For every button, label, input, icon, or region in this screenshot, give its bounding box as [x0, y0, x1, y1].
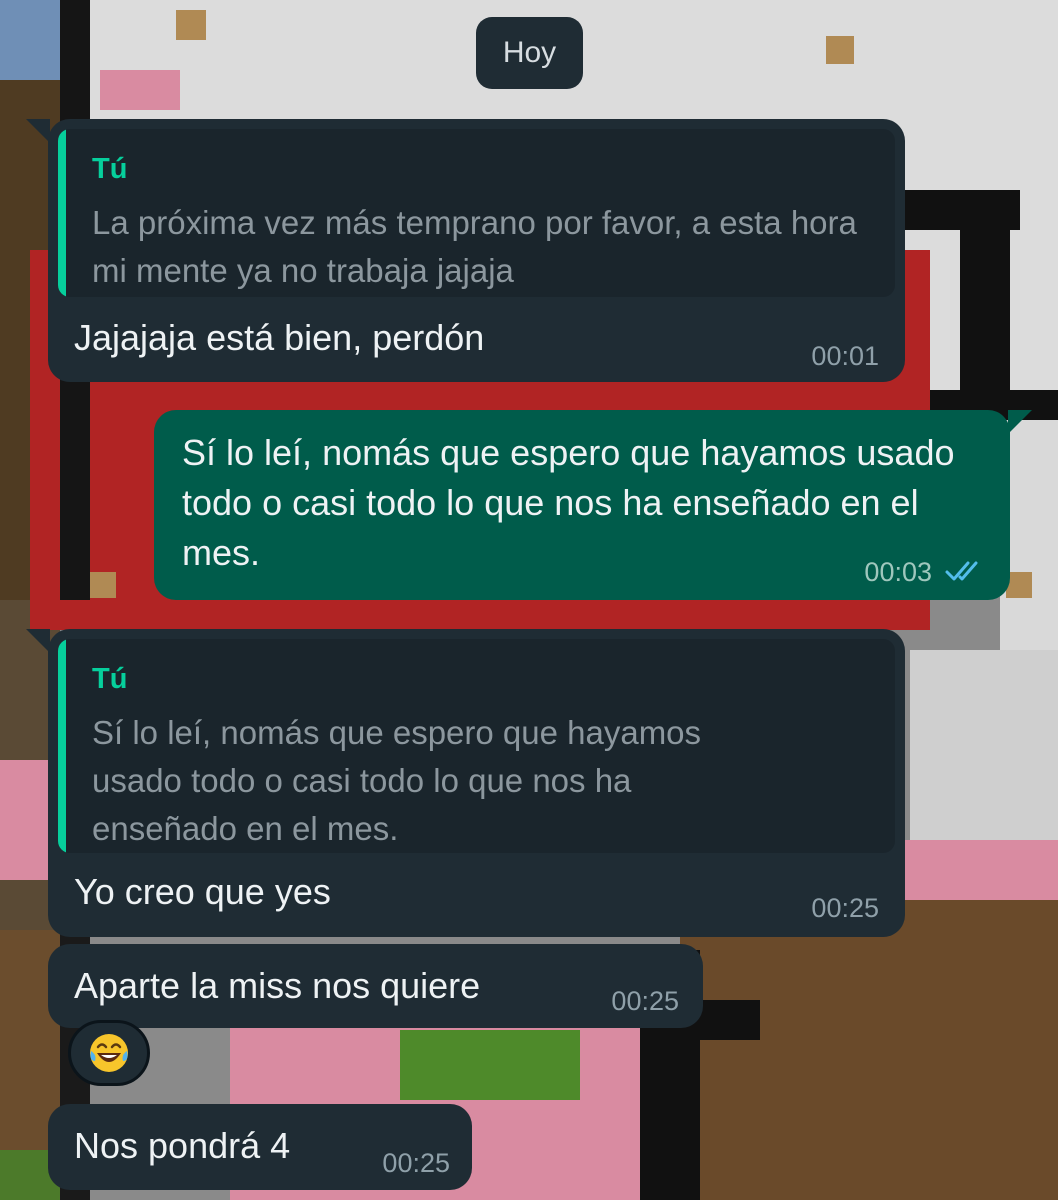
quote-text: La próxima vez más temprano por favor, a… — [92, 204, 857, 289]
outgoing-message-1[interactable]: Sí lo leí, nomás que espero que hayamos … — [154, 410, 1032, 600]
message-time: 00:25 — [382, 1148, 450, 1178]
message-reaction[interactable] — [68, 1020, 150, 1086]
message-time: 00:25 — [811, 893, 879, 923]
quote-author: Tú — [92, 663, 128, 695]
bubble-tail — [26, 629, 50, 653]
incoming-message-1[interactable]: Tú La próxima vez más temprano por favor… — [26, 119, 905, 382]
incoming-message-3[interactable]: Aparte la miss nos quiere 00:25 — [48, 944, 703, 1028]
laughing-tears-emoji-icon — [90, 1034, 128, 1072]
chat-conversation: Hoy Tú La próxima vez más temprano por f… — [0, 0, 1058, 1200]
double-check-read-icon — [945, 561, 978, 581]
bubble-tail — [1008, 410, 1032, 434]
message-time: 00:03 — [864, 557, 932, 587]
quote-author: Tú — [92, 153, 128, 185]
message-text: Nos pondrá 4 — [74, 1125, 291, 1166]
message-text: Yo creo que yes — [74, 871, 331, 912]
quoted-message[interactable]: Tú La próxima vez más temprano por favor… — [58, 129, 895, 297]
incoming-message-2[interactable]: Tú Sí lo leí, nomás que espero que hayam… — [26, 629, 905, 937]
incoming-message-4[interactable]: Nos pondrá 4 00:25 — [48, 1104, 472, 1190]
message-time: 00:01 — [811, 341, 879, 371]
date-separator: Hoy — [476, 17, 583, 89]
message-text: Jajajaja está bien, perdón — [74, 317, 485, 358]
quoted-message[interactable]: Tú Sí lo leí, nomás que espero que hayam… — [58, 639, 895, 853]
message-text: Sí lo leí, nomás que espero que hayamos … — [182, 432, 955, 573]
quote-text: Sí lo leí, nomás que espero que hayamos … — [92, 714, 702, 847]
message-time: 00:25 — [611, 986, 679, 1016]
message-text: Aparte la miss nos quiere — [74, 965, 481, 1006]
quote-accent-bar — [58, 129, 66, 297]
bubble-tail — [26, 119, 50, 143]
quote-accent-bar — [58, 639, 66, 853]
